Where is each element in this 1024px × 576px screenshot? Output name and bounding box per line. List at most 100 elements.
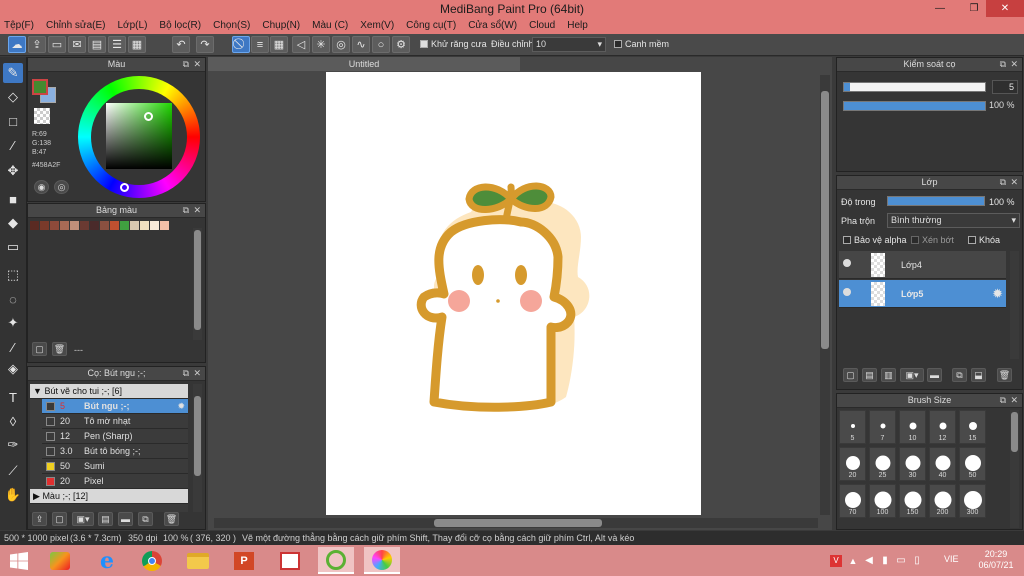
canvas-horizontal-scroll-thumb[interactable] [434,519,602,527]
eraser-tool-icon[interactable]: ◇ [3,87,23,107]
perspective-snap-icon[interactable]: ◁ [292,36,310,53]
snap-checkbox[interactable]: Canh mềm [614,39,669,49]
popout-icon[interactable]: ⧉ [183,367,189,380]
brush-size-option[interactable]: 25 [869,447,896,481]
brush-group-header[interactable]: ▼ Bút vẽ cho tui ;-; [6] [30,384,188,399]
brush-size-option[interactable]: 50 [959,447,986,481]
circle-snap-icon[interactable]: ◎ [332,36,350,53]
palette-swatch[interactable] [100,221,109,230]
trash-icon[interactable]: 🗑 [997,368,1012,382]
menu-layer[interactable]: Lớp(L) [118,20,148,31]
select-pen-tool-icon[interactable]: ⁄ [3,337,23,357]
text-tool-icon[interactable]: T [3,387,23,407]
brush-item[interactable]: 12 Pen (Sharp) [42,429,188,444]
new-palette-icon[interactable]: ▢ [32,342,47,356]
palette-icon[interactable]: ◉ [34,180,49,194]
popout-icon[interactable]: ⧉ [1000,176,1006,189]
brush-size-option[interactable]: 20 [839,447,866,481]
brush-item[interactable]: 3.0 Bút tô bóng ;-; [42,444,188,459]
app-grid-icon[interactable] [272,547,308,574]
brush-item[interactable]: 20 Pixel [42,474,188,489]
close-icon[interactable]: ✕ [193,204,201,217]
brush-item[interactable]: 20 Tô mờ nhạt [42,414,188,429]
palette-scrollbar[interactable] [193,228,202,340]
close-icon[interactable]: ✕ [1010,394,1018,407]
blur-tool-icon[interactable]: ∕ [3,135,23,155]
new-layer-icon[interactable]: ▢ [843,368,858,382]
language-indicator[interactable]: VIE [944,554,959,564]
windows-start-icon[interactable] [0,547,38,574]
hand-tool-icon[interactable]: ✋ [3,485,23,505]
transparent-color-swatch[interactable] [34,108,50,124]
brush-size-value[interactable]: 5 [992,80,1018,94]
undo-icon[interactable]: ↶ [172,36,190,53]
menu-help[interactable]: Help [567,20,588,31]
palette-swatch[interactable] [110,221,119,230]
protect-alpha-checkbox[interactable]: Bảo vệ alpha [843,235,907,245]
new-8bit-layer-icon[interactable]: ▥ [881,368,896,382]
brush-size-option[interactable]: 30 [899,447,926,481]
brush-item[interactable]: 5 Bút ngu ;-; ✹ [42,399,188,414]
layer-row-lop4[interactable]: Lớp4 [839,251,1006,279]
popout-icon[interactable]: ⧉ [183,204,189,217]
chrome-icon[interactable] [134,547,170,574]
trash-icon[interactable]: 🗑 [164,512,179,526]
brush-size-option[interactable]: 150 [899,484,926,518]
gear-icon[interactable]: ✹ [992,286,1003,302]
tab-untitled[interactable]: Untitled [208,57,520,71]
foreground-color-swatch[interactable] [32,79,48,95]
folder-icon[interactable]: ▬ [927,368,942,382]
close-icon[interactable]: ✕ [193,58,201,71]
bluestacks-icon[interactable] [42,547,78,574]
brush-size-option[interactable]: 40 [929,447,956,481]
menu-select[interactable]: Chọn(S) [213,20,250,31]
hue-wheel[interactable] [78,76,200,198]
visibility-eye-icon[interactable] [843,259,851,267]
brush-scroll-thumb[interactable] [194,396,201,476]
add-layer-dropdown-icon[interactable]: ▣▾ [900,368,924,382]
brush-size-option[interactable]: 5 [839,410,866,444]
close-button[interactable]: ✕ [986,0,1024,17]
duplicate-icon[interactable]: ⧉ [138,512,153,526]
palette-swatch[interactable] [90,221,99,230]
palette-swatch[interactable] [130,221,139,230]
brush-size-slider[interactable] [843,82,986,92]
minimize-button[interactable]: — [928,0,952,17]
brush-size-option[interactable]: 10 [899,410,926,444]
brush-size-option[interactable]: 200 [929,484,956,518]
folder-icon[interactable]: ▬ [118,512,133,526]
palette-swatch[interactable] [50,221,59,230]
palette-swatch[interactable] [140,221,149,230]
maximize-button[interactable]: ❐ [962,0,986,17]
canvas-vertical-scroll-thumb[interactable] [821,91,829,349]
brush-size-option[interactable]: 70 [839,484,866,518]
snap-off-icon[interactable]: ⃠ [232,36,250,53]
fg-bg-color[interactable] [32,79,58,105]
internet-explorer-icon[interactable]: e [89,547,125,574]
palette-swatch[interactable] [70,221,79,230]
clipping-checkbox[interactable]: Xén bớt [911,235,954,245]
popout-icon[interactable]: ⧉ [1000,58,1006,71]
menu-view[interactable]: Xem(V) [360,20,394,31]
palette-swatch[interactable] [160,221,169,230]
powerpoint-icon[interactable]: P [226,547,262,574]
brush-group-header[interactable]: ▶ Màu ;-; [12] [30,489,188,504]
brush-size-option[interactable]: 15 [959,410,986,444]
menu-snap[interactable]: Chụp(N) [262,20,300,31]
saturation-square[interactable] [106,103,172,169]
menu-window[interactable]: Cửa sổ(W) [468,20,517,31]
brush-size-option[interactable]: 100 [869,484,896,518]
canvas-horizontal-scrollbar[interactable] [214,518,818,528]
grid-icon[interactable]: ▦ [128,36,146,53]
dot-tool-icon[interactable]: □ [3,111,23,131]
palette-swatch[interactable] [30,221,39,230]
menu-color[interactable]: Màu (C) [312,20,348,31]
hue-cursor[interactable] [120,183,129,192]
bucket-tool-icon[interactable]: ◆ [3,213,23,233]
pen-tool-icon[interactable]: ✑ [3,435,23,455]
cloud-icon[interactable]: ☁ [8,36,26,53]
move-tool-icon[interactable]: ✥ [3,161,23,181]
brush-size-option[interactable]: 300 [959,484,986,518]
blend-mode-select[interactable]: Bình thường ▾ [887,213,1020,228]
close-icon[interactable]: ✕ [1010,58,1018,71]
